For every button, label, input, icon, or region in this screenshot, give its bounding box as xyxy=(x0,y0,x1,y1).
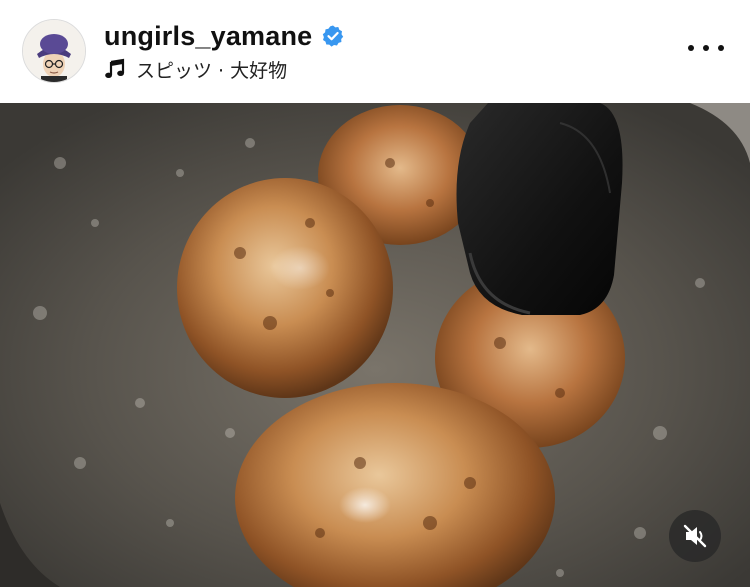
verified-badge-icon xyxy=(321,24,345,48)
muted-speaker-icon[interactable] xyxy=(669,510,721,562)
audio-label: スピッツ · 大好物 xyxy=(136,59,288,82)
avatar-illustration xyxy=(23,20,85,82)
username-row: ungirls_yamane xyxy=(104,18,345,54)
username-link[interactable]: ungirls_yamane xyxy=(104,21,312,52)
profile-avatar[interactable] xyxy=(22,19,86,83)
music-note-icon xyxy=(104,58,126,80)
post-header: ungirls_yamane スピッツ · 大好物 xyxy=(0,0,750,103)
post-media[interactable] xyxy=(0,103,750,587)
audio-row[interactable]: スピッツ · 大好物 xyxy=(104,55,287,83)
media-image xyxy=(0,103,750,587)
more-options-icon[interactable] xyxy=(688,38,724,58)
